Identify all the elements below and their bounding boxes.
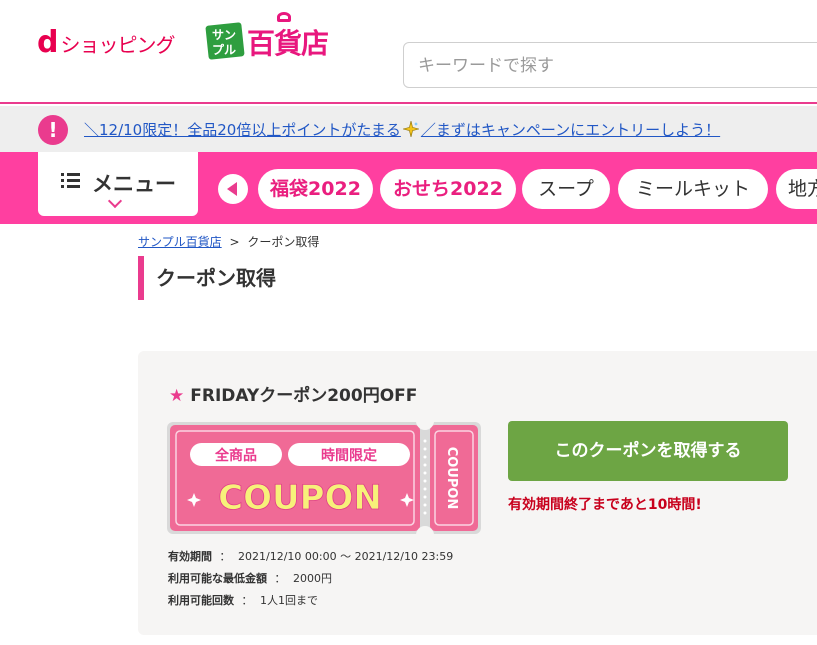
meta-separator: ： [219,550,231,563]
gift-bow-icon [277,12,291,22]
usage-limit-value: 1人1回まで [260,594,318,607]
exclamation-icon: ! [38,115,68,145]
usage-limit-label: 利用可能回数 [168,594,234,607]
campaign-entry-link[interactable]: ＼12/10限定！全品20倍以上ポイントがたまる ／まずはキャンペーンにエントリ… [84,119,720,140]
meta-separator: ： [241,594,253,607]
store-logo-big: 百貨店 [247,27,329,60]
store-logo-small-2: プル [212,43,237,57]
breadcrumb: サンプル百貨店 > クーポン取得 [138,233,319,250]
notice-text-after: ／まずはキャンペーンにエントリーしよう！ [420,121,721,139]
category-navbar: メニュー 福袋2022 おせち2022 スープ ミールキット 地方 [0,152,817,224]
ticket-tag-right: 時間限定 [321,447,377,464]
coupon-ticket-image: 全商品 時間限定 COUPON COUPON [167,422,481,534]
carousel-prev-button[interactable] [218,174,248,204]
minimum-amount-value: 2000円 [293,572,332,585]
breadcrumb-separator: > [229,235,240,249]
d-shopping-logo[interactable]: d ショッピング [37,25,175,60]
menu-label: メニュー [92,172,176,196]
remaining-time-text: 有効期間終了まであと10時間! [508,497,702,513]
coupon-title-text: FRIDAYクーポン200円OFF [190,386,418,406]
category-meal-kit[interactable]: ミールキット [618,169,768,209]
validity-period: 有効期間 ： 2021/12/10 00:00 〜 2021/12/10 23:… [168,548,453,564]
sparkle-icon [402,121,419,137]
ticket-main-text: COUPON [218,478,382,518]
coupon-title: ★ FRIDAYクーポン200円OFF [169,381,417,406]
site-header: d ショッピング サン プル 百貨店 [0,0,817,104]
search-box [403,42,817,88]
campaign-notice-bar: ! ＼12/10限定！全品20倍以上ポイントがたまる ／まずはキャンペーンにエン… [0,106,817,152]
breadcrumb-home-link[interactable]: サンプル百貨店 [138,235,222,249]
coupon-card: ★ FRIDAYクーポン200円OFF 全商品 時間限定 COUPON COUP… [138,351,817,635]
category-osechi[interactable]: おせち2022 [380,169,516,209]
notice-text-before: ＼12/10限定！全品20倍以上ポイントがたまる [84,121,401,139]
menu-button[interactable]: メニュー [38,152,198,216]
breadcrumb-current: クーポン取得 [247,235,320,249]
category-regional[interactable]: 地方 [776,169,817,209]
ticket-side-text: COUPON [444,447,459,510]
d-logo-text: ショッピング [60,33,175,57]
validity-period-label: 有効期間 [168,550,212,563]
category-fukubukuro[interactable]: 福袋2022 [258,169,373,209]
get-coupon-button[interactable]: このクーポンを取得する [508,421,788,481]
page-title: クーポン取得 [138,256,276,300]
d-logo-letter: d [37,25,59,60]
search-input[interactable] [418,53,798,79]
hamburger-icon [61,173,80,189]
star-icon: ★ [169,386,185,406]
category-soup[interactable]: スープ [522,169,610,209]
minimum-amount-label: 利用可能な最低金額 [168,572,267,585]
sample-department-store-logo[interactable]: サン プル 百貨店 [205,12,331,60]
minimum-amount: 利用可能な最低金額 ： 2000円 [168,570,332,586]
ticket-tag-left: 全商品 [214,447,257,464]
validity-period-value: 2021/12/10 00:00 〜 2021/12/10 23:59 [238,550,454,563]
meta-separator: ： [274,572,286,585]
usage-limit: 利用可能回数 ： 1人1回まで [168,592,318,608]
